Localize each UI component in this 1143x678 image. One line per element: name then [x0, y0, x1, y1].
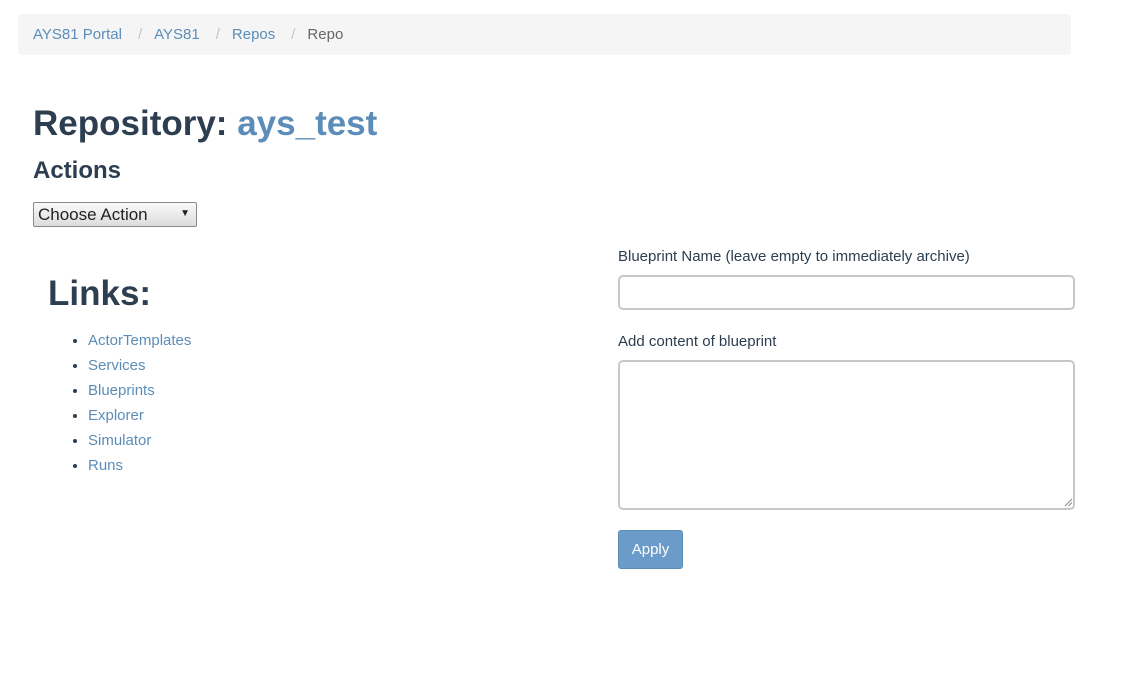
breadcrumb-link-ays81[interactable]: AYS81	[154, 26, 200, 43]
breadcrumb: AYS81 Portal / AYS81 / Repos / Repo	[18, 14, 1071, 55]
page-title: Repository: ays_test	[33, 102, 377, 146]
action-select-value: Choose Action	[38, 204, 148, 224]
repo-name: ays_test	[237, 104, 378, 143]
link-simulator[interactable]: Simulator	[88, 432, 151, 449]
breadcrumb-current: Repo	[307, 26, 344, 43]
breadcrumb-separator: /	[137, 26, 143, 43]
blueprint-content-label: Add content of blueprint	[618, 333, 777, 350]
breadcrumb-separator: /	[215, 26, 220, 43]
page-title-prefix: Repository:	[33, 104, 228, 143]
list-item: Blueprints	[88, 378, 191, 403]
links-list: ActorTemplates Services Blueprints Explo…	[48, 328, 191, 478]
list-item: Explorer	[88, 403, 191, 428]
link-explorer[interactable]: Explorer	[88, 407, 144, 424]
list-item: Runs	[88, 453, 191, 478]
list-item: ActorTemplates	[88, 328, 191, 353]
links-heading: Links:	[48, 274, 152, 313]
blueprint-content-textarea[interactable]	[618, 360, 1075, 510]
resize-grip-icon[interactable]	[1064, 498, 1073, 507]
apply-button[interactable]: Apply	[618, 530, 683, 569]
breadcrumb-link-portal[interactable]: AYS81 Portal	[33, 26, 122, 43]
link-blueprints[interactable]: Blueprints	[88, 382, 155, 399]
breadcrumb-separator: /	[291, 26, 296, 43]
blueprint-name-input[interactable]	[618, 275, 1075, 310]
link-services[interactable]: Services	[88, 357, 146, 374]
breadcrumb-link-repos[interactable]: Repos	[232, 26, 275, 43]
actions-heading: Actions	[33, 157, 122, 184]
blueprint-name-label: Blueprint Name (leave empty to immediate…	[618, 248, 970, 265]
list-item: Simulator	[88, 428, 191, 453]
link-runs[interactable]: Runs	[88, 457, 123, 474]
link-actortemplates[interactable]: ActorTemplates	[88, 332, 191, 349]
list-item: Services	[88, 353, 191, 378]
action-select[interactable]: Choose Action ▼	[33, 202, 197, 227]
caret-down-icon: ▼	[180, 208, 190, 219]
